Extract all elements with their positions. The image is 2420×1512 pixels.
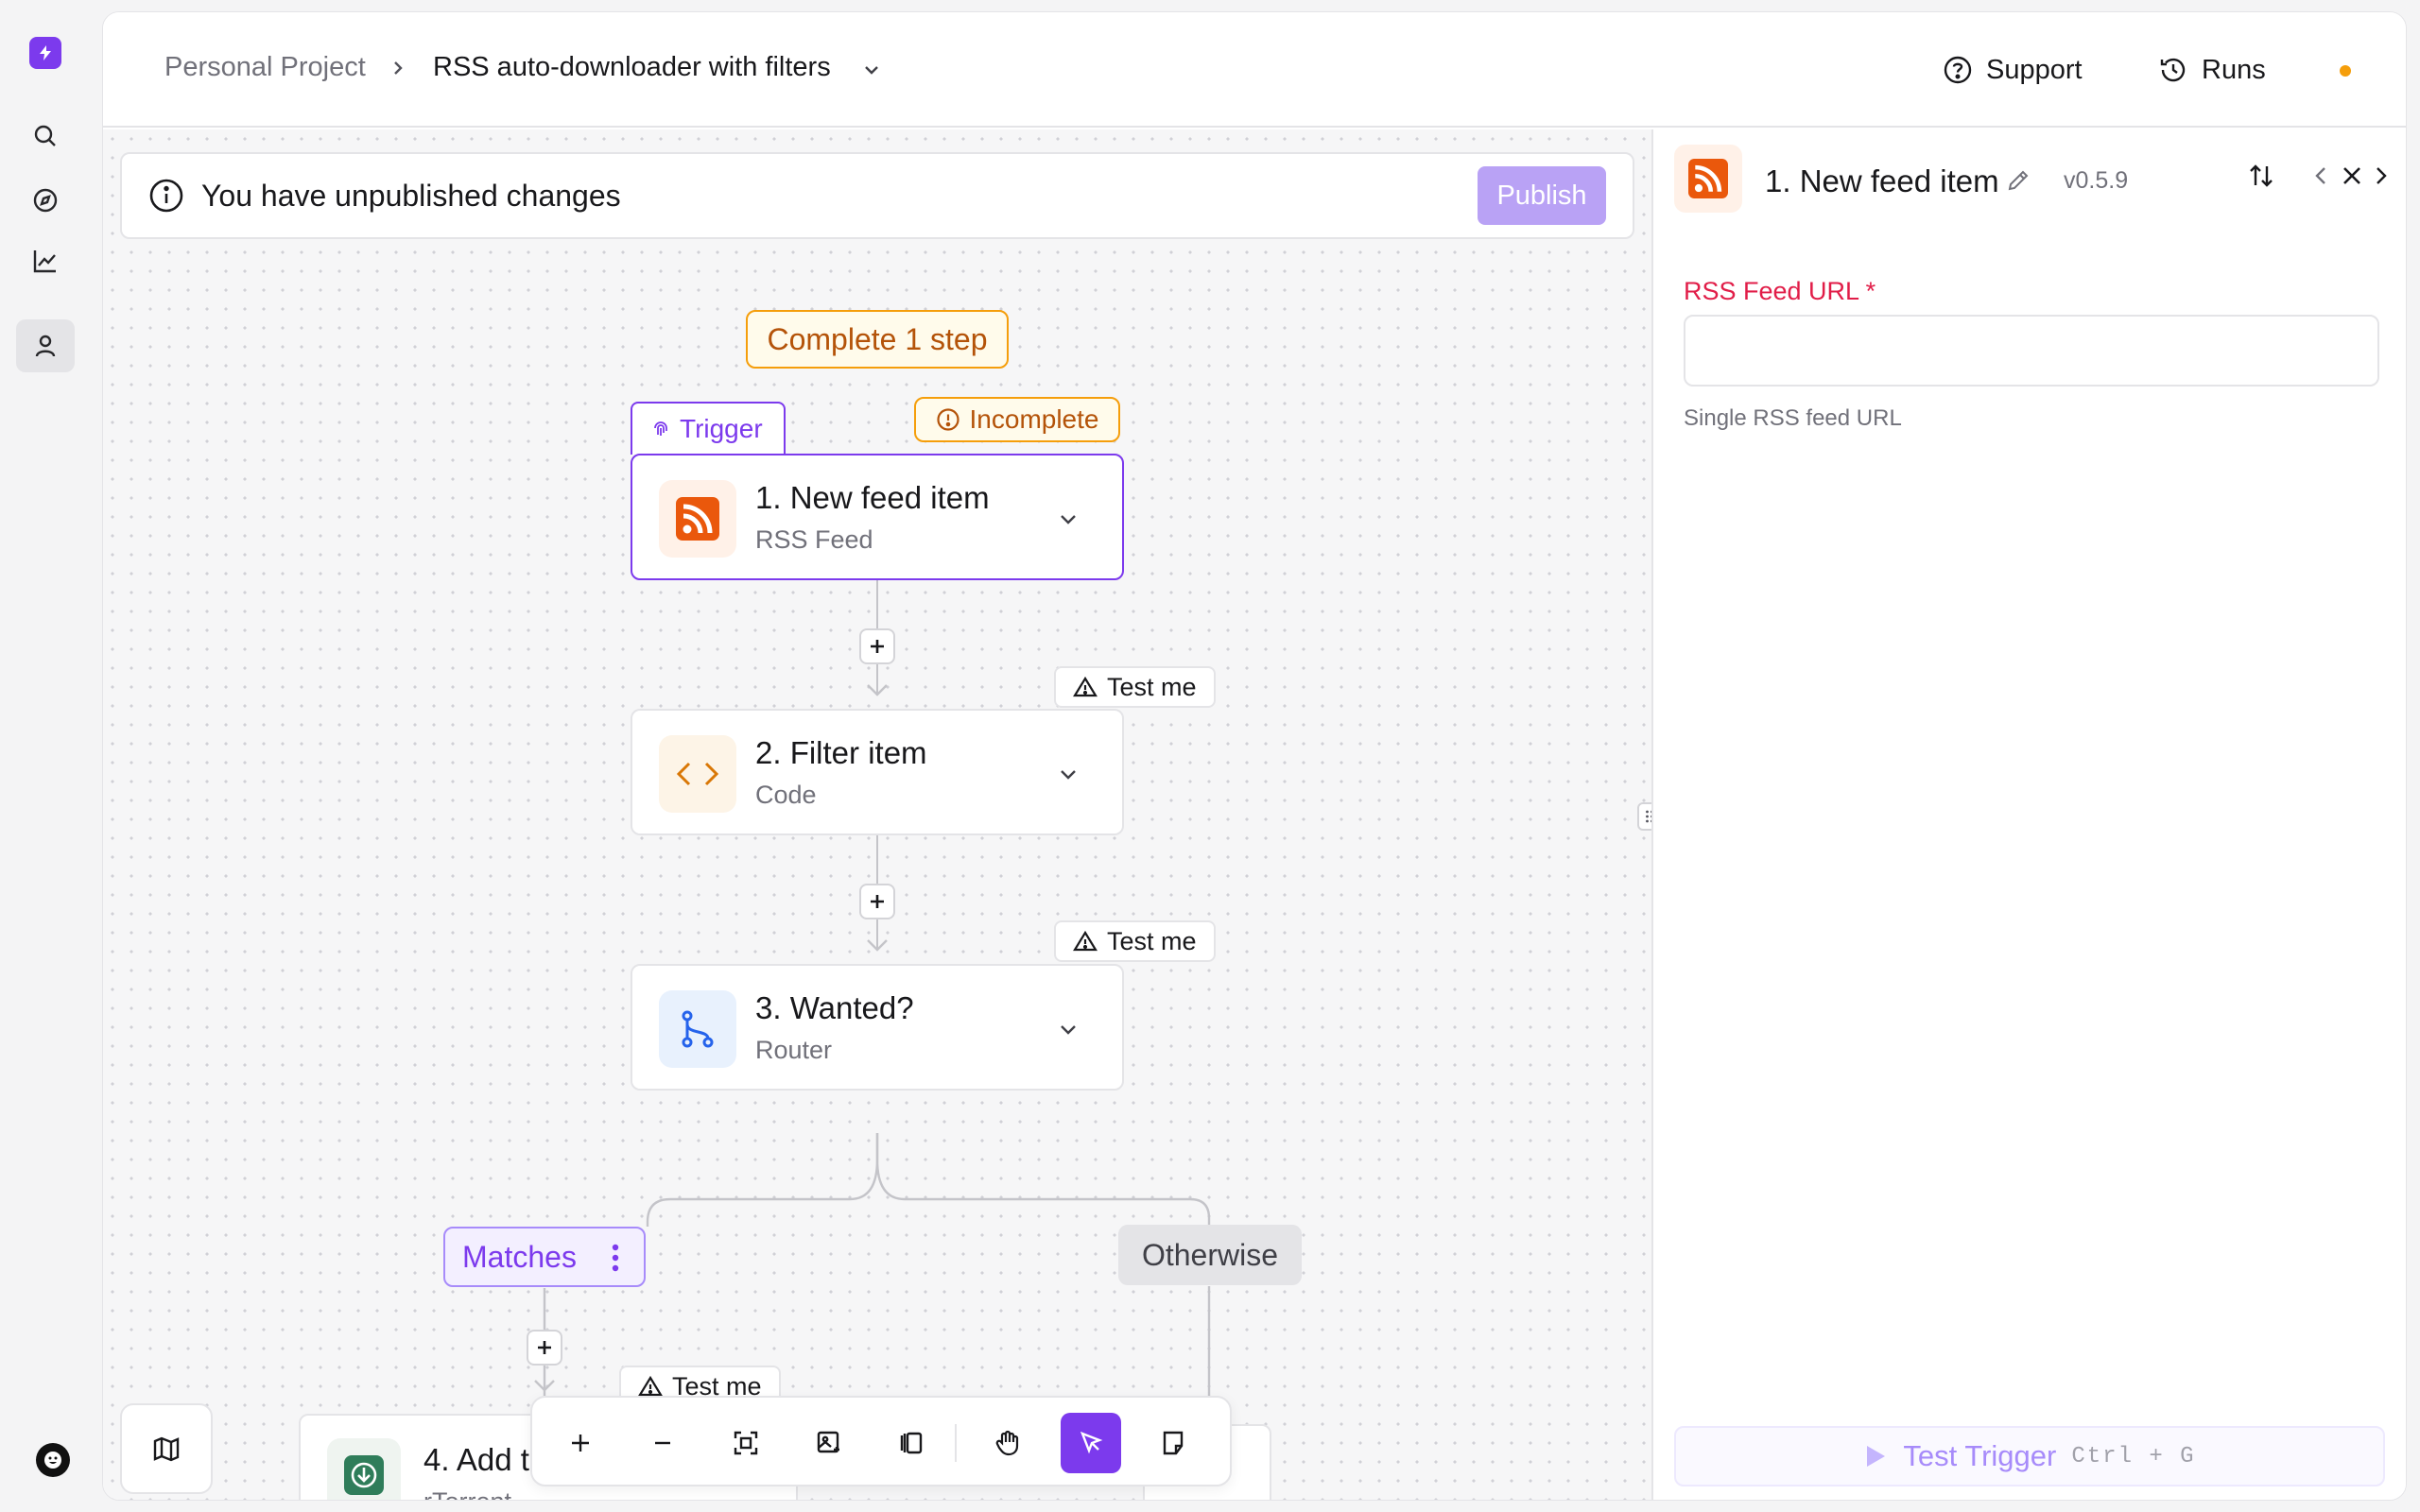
piece-version[interactable]: v0.5.9 bbox=[2064, 167, 2128, 195]
panel-title[interactable]: 1. New feed item bbox=[1765, 163, 1999, 199]
chevron-right-icon[interactable] bbox=[2366, 162, 2394, 190]
add-note-button[interactable] bbox=[1143, 1413, 1203, 1473]
left-rail bbox=[0, 0, 102, 1512]
toolbar-divider bbox=[955, 1424, 957, 1462]
help-circle-icon bbox=[1943, 55, 1973, 85]
rss-feed-url-input[interactable] bbox=[1684, 315, 2379, 387]
history-icon bbox=[2158, 55, 2188, 85]
zoom-out-button[interactable] bbox=[632, 1413, 693, 1473]
panel-icon bbox=[900, 1432, 923, 1454]
top-bar: Personal Project RSS auto-downloader wit… bbox=[103, 12, 2406, 128]
minus-icon bbox=[655, 1441, 670, 1445]
fit-view-button[interactable] bbox=[716, 1413, 776, 1473]
canvas-toolbar bbox=[530, 1396, 1232, 1486]
branch-connectors bbox=[534, 1133, 1211, 1415]
bolt-logo-icon[interactable] bbox=[29, 37, 61, 69]
swap-icon[interactable] bbox=[2247, 162, 2275, 190]
chart-icon[interactable] bbox=[16, 234, 75, 287]
export-image-button[interactable] bbox=[799, 1413, 859, 1473]
avatar[interactable] bbox=[36, 1443, 70, 1477]
compass-icon[interactable] bbox=[16, 174, 75, 227]
play-icon bbox=[1863, 1443, 1888, 1469]
map-icon bbox=[153, 1436, 180, 1462]
runs-button[interactable]: Runs bbox=[2158, 46, 2266, 94]
pan-mode-button[interactable] bbox=[977, 1413, 1038, 1473]
download-icon bbox=[327, 1438, 401, 1500]
breadcrumb-chevron-icon bbox=[389, 60, 406, 77]
test-trigger-label: Test Trigger bbox=[1903, 1439, 2057, 1472]
rss-icon bbox=[1674, 145, 1742, 213]
branch-matches-label: Matches bbox=[462, 1239, 577, 1274]
more-vertical-icon[interactable] bbox=[612, 1244, 619, 1272]
fit-icon bbox=[734, 1431, 758, 1455]
breadcrumb-flow-name[interactable]: RSS auto-downloader with filters bbox=[433, 52, 831, 83]
test-trigger-button[interactable]: Test Trigger Ctrl + G bbox=[1674, 1426, 2385, 1486]
select-mode-button[interactable] bbox=[1061, 1413, 1121, 1473]
toggle-panel-button[interactable] bbox=[881, 1413, 942, 1473]
add-step-button[interactable] bbox=[527, 1330, 562, 1366]
search-icon[interactable] bbox=[16, 110, 75, 163]
support-button[interactable]: Support bbox=[1943, 46, 2083, 94]
zoom-in-button[interactable] bbox=[550, 1413, 611, 1473]
support-label: Support bbox=[1986, 54, 2083, 85]
status-dot bbox=[2340, 65, 2351, 77]
test-trigger-shortcut: Ctrl + G bbox=[2071, 1443, 2196, 1469]
warning-icon bbox=[638, 1375, 663, 1398]
rss-feed-url-label: RSS Feed URL * bbox=[1684, 277, 1876, 305]
builder-frame: Personal Project RSS auto-downloader wit… bbox=[102, 11, 2407, 1501]
pointer-icon bbox=[1080, 1431, 1103, 1454]
plus-icon bbox=[572, 1435, 589, 1452]
pencil-icon[interactable] bbox=[2005, 167, 2031, 194]
chevron-left-icon[interactable] bbox=[2308, 162, 2336, 190]
note-icon bbox=[1163, 1431, 1184, 1455]
image-icon bbox=[817, 1431, 839, 1453]
user-icon[interactable] bbox=[16, 319, 75, 372]
branch-otherwise[interactable]: Otherwise bbox=[1118, 1225, 1302, 1285]
breadcrumb-project[interactable]: Personal Project bbox=[164, 52, 366, 83]
step-subtitle: rTorrent bbox=[424, 1487, 511, 1500]
step-settings-panel: 1. New feed item v0.5.9 RSS Feed URL * S… bbox=[1651, 129, 2406, 1500]
step-title: 4. Add t bbox=[424, 1442, 529, 1477]
runs-label: Runs bbox=[2202, 54, 2266, 85]
branch-matches[interactable]: Matches bbox=[443, 1227, 646, 1287]
minimap-button[interactable] bbox=[120, 1403, 213, 1494]
chevron-down-icon[interactable] bbox=[862, 60, 881, 79]
flow-canvas[interactable]: You have unpublished changes Publish Com… bbox=[103, 129, 1651, 1500]
close-icon[interactable] bbox=[2338, 162, 2366, 190]
rss-feed-url-help: Single RSS feed URL bbox=[1684, 405, 1902, 431]
hand-icon bbox=[995, 1430, 1019, 1456]
